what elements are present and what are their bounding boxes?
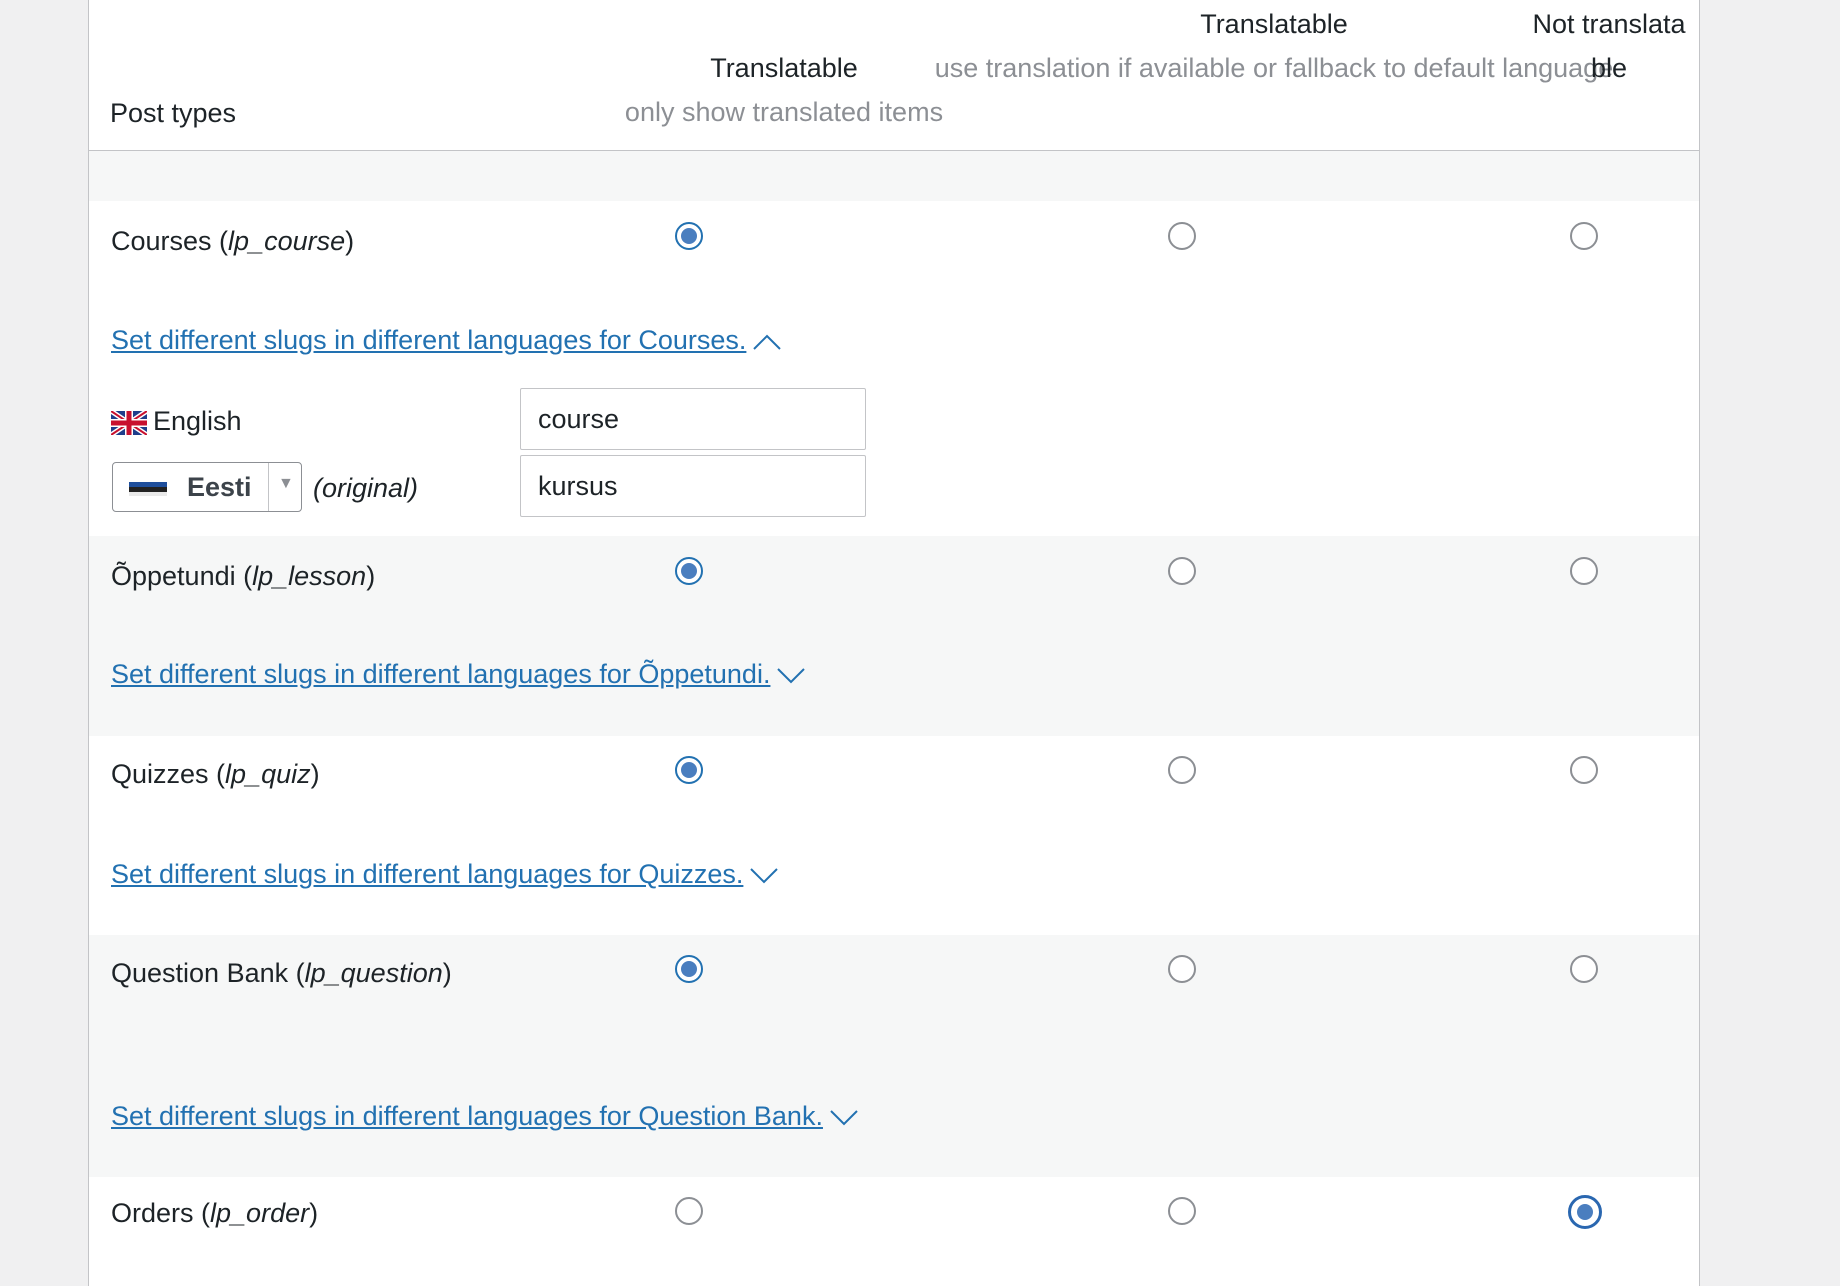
radio-not-translatable-orders[interactable]	[1568, 1195, 1602, 1229]
radio-translatable-orders[interactable]	[675, 1197, 703, 1225]
post-types-table: Post types Translatable only show transl…	[88, 0, 1700, 1286]
post-type-name: Courses	[111, 226, 212, 256]
slug-toggle-link-question-bank[interactable]: Set different slugs in different languag…	[111, 1096, 859, 1136]
slug-input-english[interactable]	[520, 388, 866, 450]
post-type-label: Question Bank (lp_question)	[111, 958, 452, 988]
radio-translatable-fallback-question-bank[interactable]	[1168, 955, 1196, 983]
original-language-note: (original)	[313, 473, 419, 503]
select-divider	[268, 463, 269, 511]
slug-toggle-link-text: Set different slugs in different languag…	[111, 1101, 823, 1131]
post-type-slug: lp_lesson	[252, 561, 367, 591]
table-row-quizzes: Quizzes (lp_quiz) Set different slugs in…	[89, 736, 1699, 935]
radio-translatable-courses[interactable]	[675, 222, 703, 250]
post-type-label: Quizzes (lp_quiz)	[111, 759, 320, 789]
radio-not-translatable-oppetundi[interactable]	[1570, 557, 1598, 585]
slug-toggle-link-text: Set different slugs in different languag…	[111, 859, 744, 889]
post-type-label: Courses (lp_course)	[111, 226, 355, 256]
post-type-slug: lp_question	[304, 958, 443, 988]
table-row-oppetundi: Õppetundi (lp_lesson) Set different slug…	[89, 536, 1699, 736]
uk-flag-icon	[109, 408, 149, 437]
post-type-slug: lp_quiz	[225, 759, 311, 789]
radio-not-translatable-courses[interactable]	[1570, 222, 1598, 250]
table-row-orders: Orders (lp_order)	[89, 1177, 1699, 1286]
post-type-name: Quizzes	[111, 759, 209, 789]
post-type-name: Question Bank	[111, 958, 289, 988]
slug-toggle-link-courses[interactable]: Set different slugs in different languag…	[111, 320, 782, 360]
slug-toggle-link-text: Set different slugs in different languag…	[111, 325, 747, 355]
post-type-name: Õppetundi	[111, 561, 236, 591]
radio-translatable-fallback-orders[interactable]	[1168, 1197, 1196, 1225]
radio-not-translatable-quizzes[interactable]	[1570, 756, 1598, 784]
header-post-types: Post types	[110, 98, 237, 128]
header-not-translatable: Not translatable	[1484, 2, 1734, 90]
caret-down-icon: ▼	[278, 475, 294, 492]
radio-translatable-fallback-courses[interactable]	[1168, 222, 1196, 250]
radio-translatable-fallback-oppetundi[interactable]	[1168, 557, 1196, 585]
language-english: English	[109, 401, 242, 441]
radio-not-translatable-question-bank[interactable]	[1570, 955, 1598, 983]
slug-toggle-link-oppetundi[interactable]: Set different slugs in different languag…	[111, 654, 806, 694]
post-type-label: Orders (lp_order)	[111, 1198, 319, 1228]
table-spacer-row	[89, 151, 1699, 201]
table-row-question-bank: Question Bank (lp_question) Set differen…	[89, 935, 1699, 1177]
radio-translatable-quizzes[interactable]	[675, 756, 703, 784]
post-type-label: Õppetundi (lp_lesson)	[111, 561, 376, 591]
header-translatable-only-subtitle: only show translated items	[624, 97, 944, 127]
language-select[interactable]: Eesti ▼	[112, 462, 302, 512]
chevron-down-icon	[750, 868, 779, 884]
post-type-slug: lp_course	[228, 226, 346, 256]
radio-translatable-question-bank[interactable]	[675, 955, 703, 983]
chevron-down-icon	[777, 668, 806, 684]
slug-toggle-link-text: Set different slugs in different languag…	[111, 659, 771, 689]
language-english-label: English	[153, 406, 242, 436]
header-not-translatable-title: Not translatable	[1532, 9, 1686, 83]
language-select-value: Eesti	[187, 472, 252, 502]
chevron-down-icon	[830, 1110, 858, 1126]
radio-translatable-oppetundi[interactable]	[675, 557, 703, 585]
slug-input-estonian[interactable]	[520, 455, 866, 517]
chevron-up-icon	[753, 334, 782, 350]
radio-translatable-fallback-quizzes[interactable]	[1168, 756, 1196, 784]
post-type-name: Orders	[111, 1198, 194, 1228]
estonia-flag-icon	[129, 482, 167, 496]
slug-toggle-link-quizzes[interactable]: Set different slugs in different languag…	[111, 854, 779, 894]
table-header: Post types Translatable only show transl…	[89, 0, 1699, 151]
post-type-slug: lp_order	[210, 1198, 310, 1228]
